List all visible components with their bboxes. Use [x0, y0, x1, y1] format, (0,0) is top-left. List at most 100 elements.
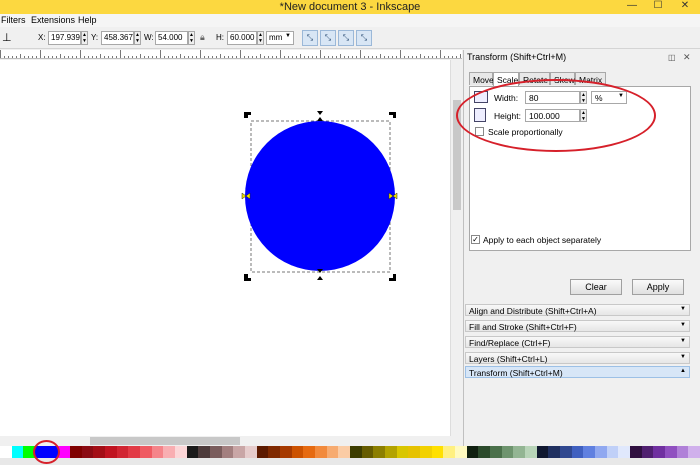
palette-swatch[interactable] [571, 446, 584, 458]
menu-filters[interactable]: Filters [1, 15, 26, 25]
dock-layers[interactable]: Layers (Shift+Ctrl+L) ▼ [465, 352, 690, 364]
chevron-down-icon: ▼ [680, 354, 686, 360]
palette-swatch[interactable] [525, 446, 538, 458]
w-input[interactable]: 54.000 [155, 31, 188, 45]
palette-swatch[interactable] [105, 446, 118, 458]
palette-swatch[interactable] [641, 446, 654, 458]
palette-swatch[interactable] [536, 446, 549, 458]
palette-swatch[interactable] [548, 446, 561, 458]
palette-swatch[interactable] [303, 446, 316, 458]
dock-fill-stroke[interactable]: Fill and Stroke (Shift+Ctrl+F) ▼ [465, 320, 690, 332]
palette-swatch[interactable] [408, 446, 421, 458]
palette-swatch[interactable] [630, 446, 643, 458]
palette-swatch[interactable] [455, 446, 468, 458]
palette-swatch[interactable] [618, 446, 631, 458]
scale-handle-top-left[interactable] [244, 112, 251, 118]
dock-transform[interactable]: Transform (Shift+Ctrl+M) ▲ [465, 366, 690, 378]
palette-swatch[interactable] [431, 446, 444, 458]
palette-swatch[interactable] [163, 446, 176, 458]
scale-corners-button[interactable]: ⤡ [320, 30, 336, 46]
palette-swatch[interactable] [291, 446, 304, 458]
palette-swatch[interactable] [256, 446, 269, 458]
dock-align-distribute[interactable]: Align and Distribute (Shift+Ctrl+A) ▼ [465, 304, 690, 316]
move-gradients-button[interactable]: ⤡ [338, 30, 354, 46]
palette-swatch[interactable] [210, 446, 223, 458]
palette-swatch[interactable] [233, 446, 246, 458]
palette-swatch[interactable] [315, 446, 328, 458]
palette-swatch[interactable] [326, 446, 339, 458]
palette-swatch[interactable] [466, 446, 479, 458]
palette-swatch[interactable] [140, 446, 153, 458]
palette-swatch[interactable] [338, 446, 351, 458]
palette-swatch[interactable] [595, 446, 608, 458]
w-spinner[interactable]: ▲ ▼ [188, 31, 195, 45]
horizontal-scrollbar[interactable] [0, 436, 462, 446]
palette-swatch[interactable] [268, 446, 281, 458]
palette-swatch[interactable] [490, 446, 503, 458]
palette-swatch[interactable] [501, 446, 514, 458]
tab-move[interactable]: Move [469, 72, 494, 85]
x-spinner[interactable]: ▲ ▼ [81, 31, 88, 45]
x-input[interactable]: 197.939 [48, 31, 81, 45]
palette-swatch[interactable] [478, 446, 491, 458]
apply-each-checkbox[interactable]: ✓ [471, 235, 480, 244]
drawing-canvas[interactable] [0, 60, 450, 436]
maximize-button[interactable]: ☐ [646, 0, 670, 14]
move-patterns-button[interactable]: ⤡ [356, 30, 372, 46]
palette-swatch[interactable] [151, 446, 164, 458]
select-toolbar-icon[interactable]: ⊥ [2, 31, 12, 44]
chevron-down-icon: ▼ [680, 306, 686, 312]
palette-swatch[interactable] [186, 446, 199, 458]
clear-button[interactable]: Clear [570, 279, 622, 295]
palette-swatch[interactable] [688, 446, 700, 458]
palette-swatch[interactable] [70, 446, 83, 458]
y-input[interactable]: 458.367 [101, 31, 134, 45]
palette-swatch[interactable] [361, 446, 374, 458]
palette-swatch[interactable] [93, 446, 106, 458]
palette-swatch[interactable] [0, 446, 13, 458]
lock-icon[interactable]: 🔒︎ [200, 32, 205, 43]
selected-circle[interactable] [245, 121, 395, 271]
palette-swatch[interactable] [245, 446, 258, 458]
palette-swatch[interactable] [350, 446, 363, 458]
palette-swatch[interactable] [175, 446, 188, 458]
dock-icon[interactable]: ◫ [668, 53, 676, 62]
scale-handle-top[interactable] [317, 111, 323, 121]
close-icon[interactable]: ✕ [683, 52, 691, 63]
h-spinner[interactable]: ▲ ▼ [257, 31, 264, 45]
h-input[interactable]: 60.000 [227, 31, 257, 45]
close-button[interactable]: ✕ [672, 0, 698, 14]
minimize-button[interactable]: — [620, 0, 644, 14]
palette-swatch[interactable] [676, 446, 689, 458]
palette-swatch[interactable] [198, 446, 211, 458]
palette-swatch[interactable] [443, 446, 456, 458]
scale-handle-bottom-right[interactable] [389, 274, 396, 281]
dock-find-replace[interactable]: Find/Replace (Ctrl+F) ▼ [465, 336, 690, 348]
palette-swatch[interactable] [58, 446, 71, 458]
apply-button[interactable]: Apply [632, 279, 684, 295]
palette-swatch[interactable] [606, 446, 619, 458]
scale-handle-bottom-left[interactable] [244, 274, 251, 281]
y-spinner[interactable]: ▲ ▼ [134, 31, 141, 45]
palette-swatch[interactable] [513, 446, 526, 458]
palette-swatch[interactable] [221, 446, 234, 458]
palette-swatch[interactable] [373, 446, 386, 458]
palette-swatch[interactable] [583, 446, 596, 458]
horizontal-scroll-thumb[interactable] [90, 437, 240, 445]
palette-swatch[interactable] [116, 446, 129, 458]
palette-swatch[interactable] [11, 446, 24, 458]
palette-swatch[interactable] [653, 446, 666, 458]
scale-stroke-button[interactable]: ⤡ [302, 30, 318, 46]
menu-help[interactable]: Help [78, 15, 97, 25]
chevron-down-icon[interactable]: ▼ [285, 33, 291, 39]
palette-swatch[interactable] [396, 446, 409, 458]
menu-extensions[interactable]: Extensions [31, 15, 75, 25]
palette-swatch[interactable] [128, 446, 141, 458]
palette-swatch[interactable] [665, 446, 678, 458]
scale-handle-top-right[interactable] [389, 112, 396, 118]
palette-swatch[interactable] [81, 446, 94, 458]
palette-swatch[interactable] [280, 446, 293, 458]
palette-swatch[interactable] [420, 446, 433, 458]
palette-swatch[interactable] [385, 446, 398, 458]
palette-swatch[interactable] [560, 446, 573, 458]
